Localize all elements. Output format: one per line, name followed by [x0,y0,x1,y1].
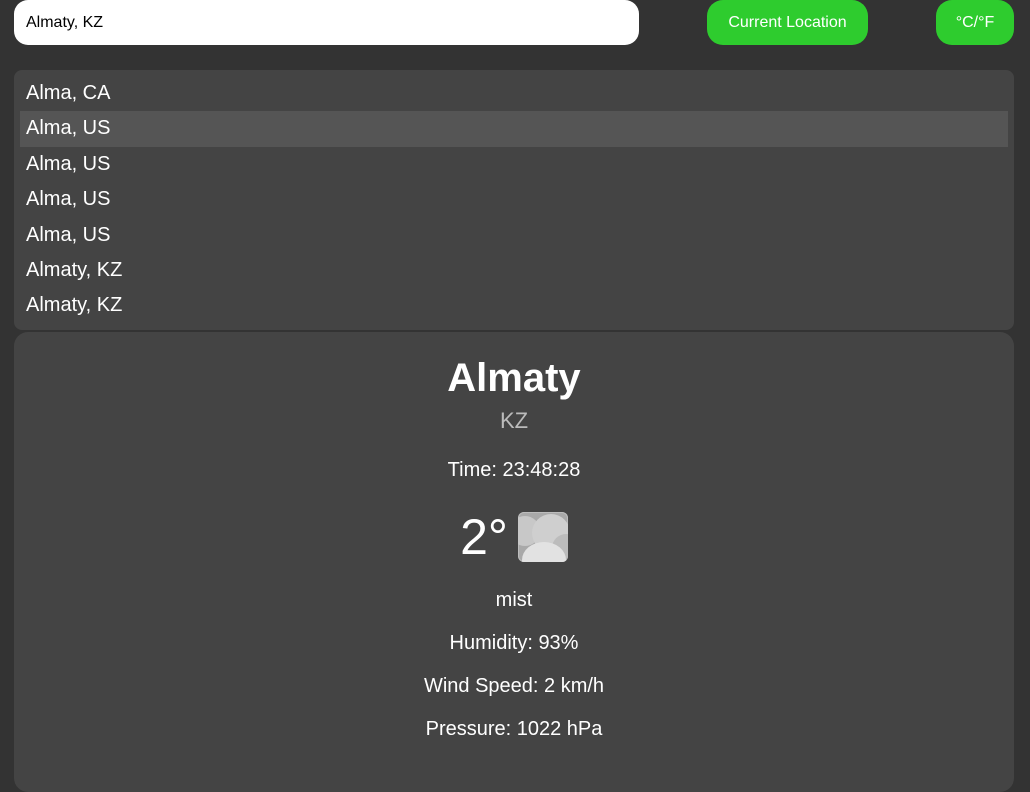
mist-cloud-icon [517,512,568,562]
city-search-input[interactable] [14,0,639,45]
suggestion-item[interactable]: Almaty, KZ [20,288,1008,323]
suggestion-item[interactable]: Alma, CA [20,76,1008,111]
suggestion-item[interactable]: Almaty, KZ [20,253,1008,288]
suggestion-item[interactable]: Alma, US [20,218,1008,253]
current-location-button[interactable]: Current Location [707,0,868,45]
city-name: Almaty [447,356,581,400]
temperature: 2° [460,509,508,565]
weather-card: Almaty KZ Time: 23:48:28 2° mist Humidit… [14,332,1014,792]
weather-description: mist [495,589,533,611]
suggestion-list: Alma, CA Alma, US Alma, US Alma, US Alma… [14,70,1014,330]
suggestion-item[interactable]: Alma, US [20,111,1008,147]
local-time: Time: 23:48:28 [447,459,581,481]
humidity: Humidity: 93% [449,632,579,654]
country-code: KZ [499,408,529,433]
suggestion-item[interactable]: Alma, US [20,147,1008,182]
unit-toggle-button[interactable]: °C/°F [936,0,1014,45]
top-bar: Current Location °C/°F [14,0,1014,45]
suggestion-item[interactable]: Alma, US [20,182,1008,217]
wind-speed: Wind Speed: 2 km/h [423,675,605,697]
temperature-row: 2° [14,508,1014,566]
pressure: Pressure: 1022 hPa [425,718,603,740]
